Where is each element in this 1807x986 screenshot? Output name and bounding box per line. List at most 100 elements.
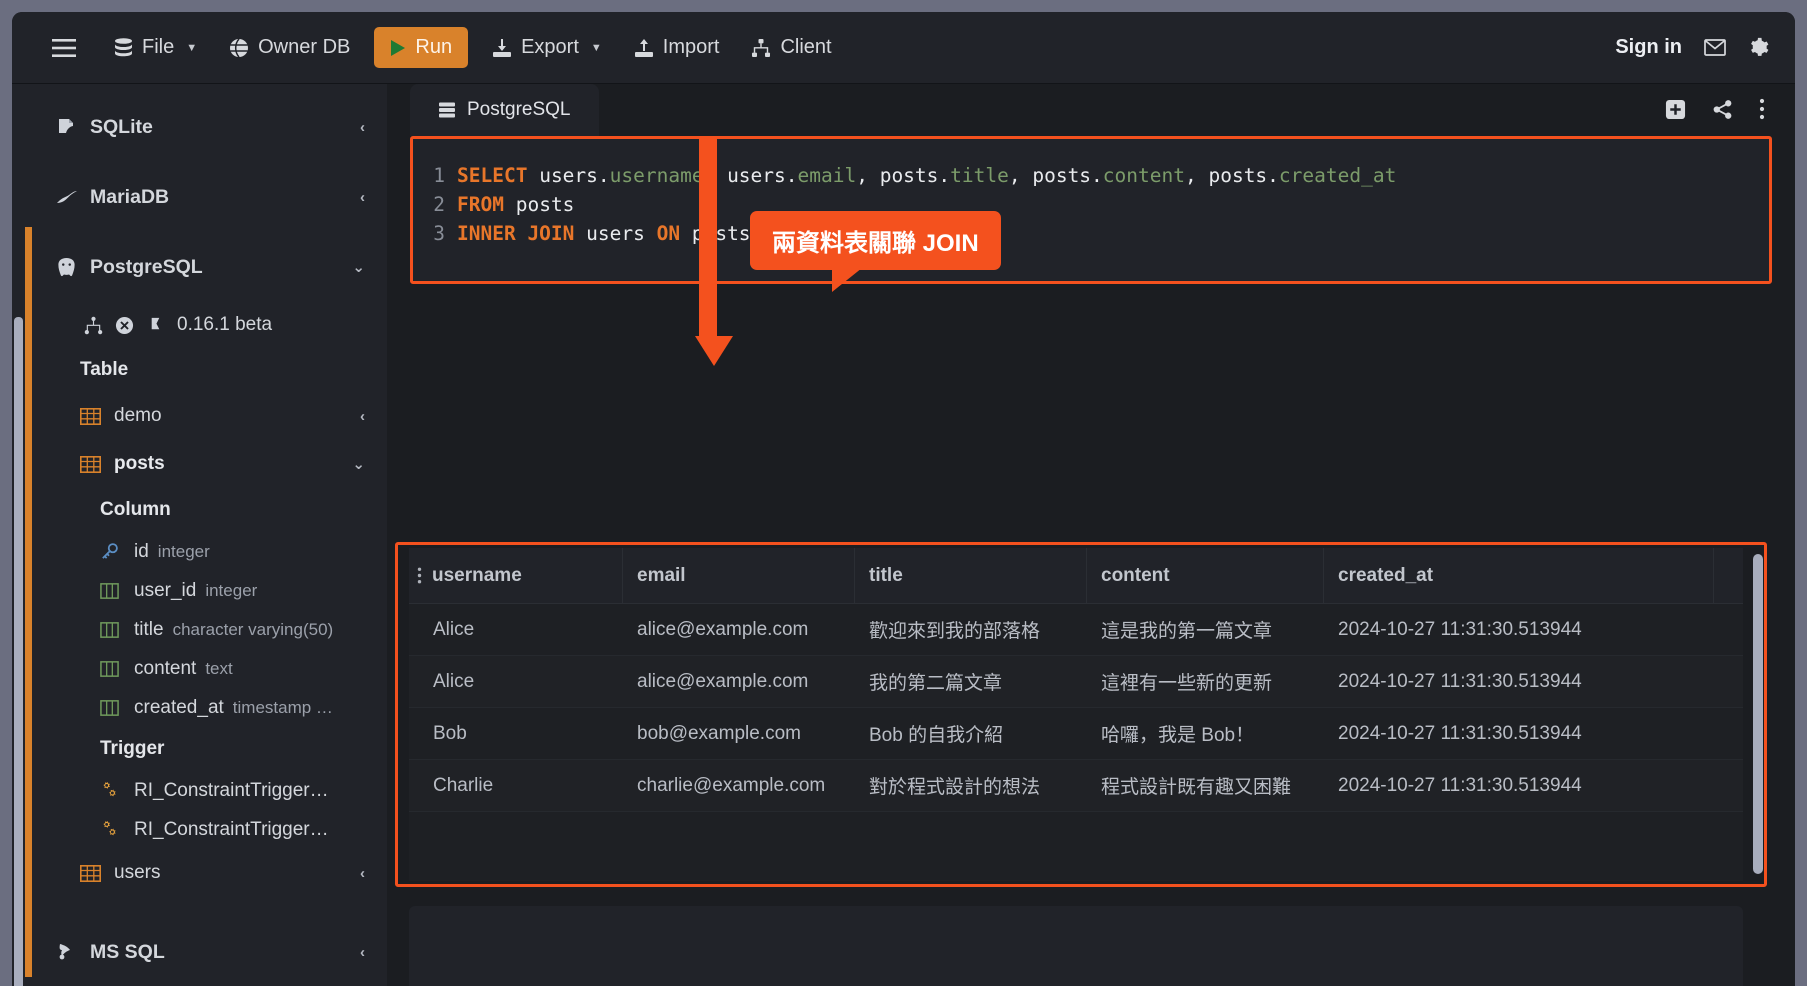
- owner-db-button[interactable]: Owner DB: [215, 27, 364, 68]
- chevron-left-icon[interactable]: ‹: [360, 944, 365, 961]
- sitemap-icon[interactable]: [84, 316, 103, 335]
- annotation-arrow: [695, 136, 733, 366]
- kebab-menu-icon[interactable]: [417, 567, 422, 584]
- file-menu-label: File: [142, 36, 175, 58]
- chevron-down-icon[interactable]: ⌄: [352, 258, 365, 276]
- results-header-cell[interactable]: title: [855, 548, 1087, 604]
- annotation-text: 兩資料表關聯 JOIN: [772, 230, 979, 257]
- sidebar-table-demo[interactable]: demo ‹: [12, 392, 387, 440]
- table-cell[interactable]: Bob 的自我介紹: [855, 720, 1087, 747]
- line-number: 1: [433, 164, 445, 187]
- table-cell[interactable]: charlie@example.com: [623, 775, 855, 797]
- editor-tabbar: PostgreSQL: [387, 84, 1795, 136]
- sidebar-item-label: SQLite: [90, 115, 153, 138]
- chevron-down-icon: ▼: [590, 41, 602, 54]
- sidebar-column-content[interactable]: content text: [12, 649, 387, 688]
- table-cell[interactable]: bob@example.com: [623, 723, 855, 745]
- table-cell[interactable]: alice@example.com: [623, 619, 855, 641]
- results-header-cell[interactable]: content: [1087, 548, 1324, 604]
- table-cell[interactable]: 2024-10-27 11:31:30.513944: [1324, 723, 1714, 745]
- run-button[interactable]: Run: [374, 27, 469, 68]
- table-row[interactable]: Alice alice@example.com 歡迎來到我的部落格 這是我的第一…: [409, 604, 1743, 656]
- sidebar-item-label: PostgreSQL: [90, 255, 203, 278]
- import-button[interactable]: Import: [620, 27, 734, 68]
- cogs-icon: [100, 820, 130, 839]
- sidebar-table-users[interactable]: users ‹: [12, 849, 387, 897]
- column-icon: [100, 660, 130, 677]
- arrow-shaft: [699, 136, 717, 336]
- column-header-label: username: [432, 564, 522, 586]
- table-cell[interactable]: 我的第二篇文章: [855, 668, 1087, 695]
- chevron-left-icon[interactable]: ‹: [360, 865, 365, 882]
- table-cell[interactable]: 歡迎來到我的部落格: [855, 616, 1087, 643]
- sidebar-column-user_id[interactable]: user_id integer: [12, 571, 387, 610]
- file-menu-button[interactable]: File ▼: [100, 27, 211, 68]
- sign-in-button[interactable]: Sign in: [1615, 36, 1682, 59]
- connection-status-row: 0.16.1 beta: [12, 302, 387, 348]
- sidebar-trigger-1[interactable]: RI_ConstraintTrigger…: [12, 771, 387, 810]
- column-type: timestamp …: [232, 697, 333, 717]
- column-icon: [100, 699, 130, 716]
- sidebar-trigger-2[interactable]: RI_ConstraintTrigger…: [12, 810, 387, 849]
- table-cell[interactable]: alice@example.com: [623, 671, 855, 693]
- table-row[interactable]: Bob bob@example.com Bob 的自我介紹 哈囉，我是 Bob！…: [409, 708, 1743, 760]
- results-header-row: username email title content created_at: [409, 548, 1743, 604]
- client-button[interactable]: Client: [737, 27, 845, 68]
- table-row[interactable]: Charlie charlie@example.com 對於程式設計的想法 程式…: [409, 760, 1743, 812]
- chevron-left-icon[interactable]: ‹: [360, 408, 365, 425]
- sidebar-item-mariadb[interactable]: MariaDB ‹: [12, 162, 387, 232]
- results-header-cell[interactable]: username: [409, 548, 623, 604]
- sidebar-column-title[interactable]: title character varying(50): [12, 610, 387, 649]
- play-icon: [390, 39, 406, 57]
- table-cell[interactable]: 這裡有一些新的更新: [1087, 668, 1324, 695]
- table-cell[interactable]: 對於程式設計的想法: [855, 772, 1087, 799]
- gear-icon[interactable]: [1748, 37, 1769, 58]
- table-cell[interactable]: 這是我的第一篇文章: [1087, 616, 1324, 643]
- postgresql-icon: [56, 257, 86, 278]
- code-text: SELECT users.username, users.email, post…: [457, 164, 1397, 187]
- sql-editor[interactable]: 1 SELECT users.username, users.email, po…: [410, 136, 1772, 284]
- table-cell[interactable]: 程式設計既有趣又困難: [1087, 772, 1324, 799]
- table-cell[interactable]: 2024-10-27 11:31:30.513944: [1324, 671, 1714, 693]
- chevron-left-icon[interactable]: ‹: [360, 119, 365, 136]
- sidebar-table-posts[interactable]: posts ⌄: [12, 440, 387, 488]
- code-line: 2 FROM posts: [413, 190, 1769, 219]
- sidebar-item-postgresql[interactable]: PostgreSQL ⌄: [12, 232, 387, 302]
- tab-postgresql[interactable]: PostgreSQL: [410, 84, 599, 136]
- annotation-callout: 兩資料表關聯 JOIN: [750, 211, 1001, 292]
- column-type: integer: [157, 541, 210, 561]
- export-menu-button[interactable]: Export ▼: [478, 27, 616, 68]
- sidebar-column-created_at[interactable]: created_at timestamp …: [12, 688, 387, 727]
- table-row[interactable]: Alice alice@example.com 我的第二篇文章 這裡有一些新的更…: [409, 656, 1743, 708]
- sidebar-item-mssql[interactable]: MS SQL ‹: [12, 917, 387, 986]
- sidebar-column-id[interactable]: id integer: [12, 532, 387, 571]
- close-circle-icon[interactable]: [115, 316, 134, 335]
- column-name: content: [134, 657, 197, 679]
- table-cell[interactable]: 2024-10-27 11:31:30.513944: [1324, 619, 1714, 641]
- bottom-panel: [409, 906, 1743, 986]
- table-cell[interactable]: Alice: [409, 619, 623, 641]
- client-label: Client: [780, 36, 832, 58]
- results-scrollbar[interactable]: [1753, 554, 1763, 874]
- hamburger-menu-button[interactable]: [42, 30, 86, 66]
- table-cell[interactable]: 2024-10-27 11:31:30.513944: [1324, 775, 1714, 797]
- kebab-menu-icon[interactable]: [1759, 98, 1765, 120]
- add-box-icon[interactable]: [1665, 99, 1686, 120]
- envelope-icon[interactable]: [1704, 39, 1726, 56]
- chevron-down-icon[interactable]: ⌄: [352, 455, 365, 473]
- share-icon[interactable]: [1712, 99, 1733, 120]
- table-cell[interactable]: Bob: [409, 723, 623, 745]
- table-icon: [80, 864, 110, 882]
- table-cell[interactable]: Alice: [409, 671, 623, 693]
- results-header-cell[interactable]: email: [623, 548, 855, 604]
- chevron-left-icon[interactable]: ‹: [360, 189, 365, 206]
- column-icon: [100, 621, 130, 638]
- sidebar-item-label: posts: [114, 453, 165, 474]
- results-header-cell[interactable]: created_at: [1324, 548, 1714, 604]
- results-empty-row: [409, 812, 1743, 868]
- table-cell[interactable]: 哈囉，我是 Bob！: [1087, 720, 1324, 747]
- sidebar-item-label: demo: [114, 405, 162, 426]
- sidebar-item-label: MariaDB: [90, 185, 170, 208]
- table-cell[interactable]: Charlie: [409, 775, 623, 797]
- sidebar-item-sqlite[interactable]: SQLite ‹: [12, 92, 387, 162]
